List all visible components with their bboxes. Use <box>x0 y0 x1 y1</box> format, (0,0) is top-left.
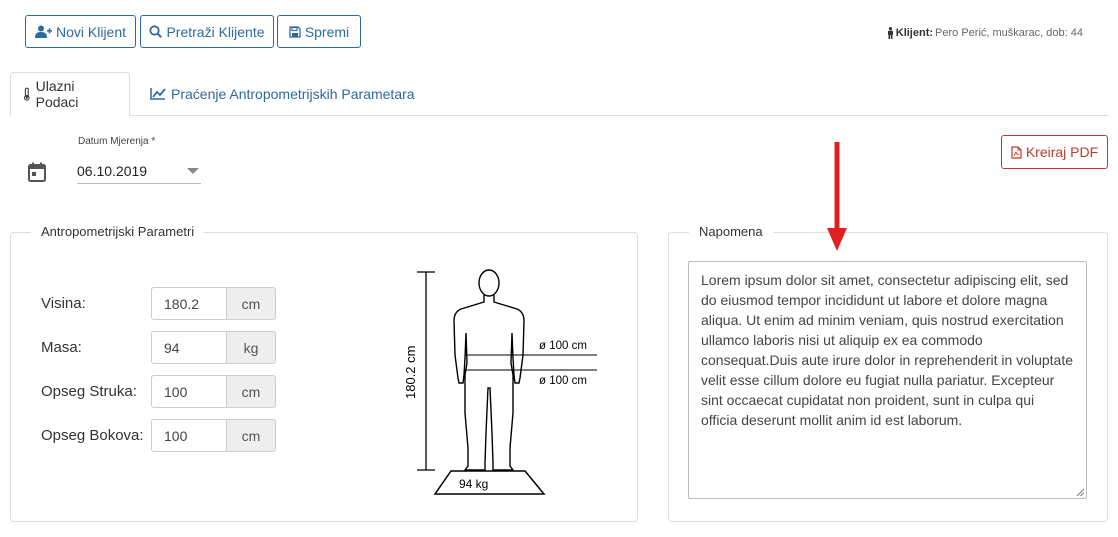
hips-unit: cm <box>226 419 276 452</box>
thermometer-icon <box>23 87 30 101</box>
search-icon <box>149 25 163 38</box>
floppy-disk-icon <box>289 25 301 38</box>
waist-text: ø 100 cm <box>539 340 587 352</box>
date-label: Datum Mjerenja * <box>78 136 156 147</box>
date-value: 06.10.2019 <box>77 162 148 179</box>
tab-input-data-label: Ulazni Podaci <box>35 78 79 110</box>
new-client-button[interactable]: Novi Klijent <box>25 15 136 48</box>
annotation-arrow-icon <box>827 142 847 251</box>
anthropometric-parameters-legend: Antropometrijski Parametri <box>31 224 205 239</box>
client-info: Klijent: Pero Perić, muškarac, dob: 44 <box>887 27 1083 39</box>
hips-input[interactable]: 100 <box>151 419 227 452</box>
scale-platform <box>433 470 546 495</box>
weight-text: 94 kg <box>459 477 488 491</box>
client-label: Klijent: <box>895 27 934 39</box>
height-unit: cm <box>226 287 276 320</box>
user-plus-icon <box>34 25 52 38</box>
tab-bar: Ulazni Podaci Praćenje Antropometrijskih… <box>10 72 1108 116</box>
tab-input-data[interactable]: Ulazni Podaci <box>10 72 130 116</box>
waist-input[interactable]: 100 <box>151 375 227 408</box>
body-figure-diagram: 180.2 cm ø 100 cm ø 100 cm 94 kg <box>403 269 597 495</box>
hips-label: Opseg Bokova: <box>41 427 144 444</box>
waist-label: Opseg Struka: <box>41 383 137 400</box>
client-value: Pero Perić, muškarac, dob: 44 <box>935 27 1083 39</box>
note-legend: Napomena <box>689 224 773 239</box>
new-client-label: Novi Klijent <box>55 23 127 40</box>
mass-input[interactable]: 94 <box>151 331 227 364</box>
person-icon <box>887 27 893 39</box>
calendar-icon <box>28 162 46 182</box>
create-pdf-button[interactable]: Kreiraj PDF <box>1001 135 1108 169</box>
hip-text: ø 100 cm <box>539 375 587 387</box>
anthropometric-parameters-panel: Antropometrijski Parametri Visina: 180.2… <box>10 224 638 522</box>
create-pdf-label: Kreiraj PDF <box>1025 144 1099 160</box>
height-label: Visina: <box>41 295 86 312</box>
chevron-down-icon <box>187 167 199 174</box>
note-textarea[interactable]: Lorem ipsum dolor sit amet, consectetur … <box>688 261 1087 499</box>
height-text: 180.2 cm <box>403 346 418 399</box>
tab-anthropometric-tracking-label: Praćenje Antropometrijskih Parametara <box>171 85 415 102</box>
waist-unit: cm <box>226 375 276 408</box>
mass-label: Masa: <box>41 339 82 356</box>
tab-anthropometric-tracking[interactable]: Praćenje Antropometrijskih Parametara <box>138 72 427 115</box>
line-chart-icon <box>150 88 166 100</box>
save-label: Spremi <box>304 23 350 40</box>
mass-unit: kg <box>226 331 276 364</box>
search-clients-button[interactable]: Pretraži Klijente <box>140 15 274 48</box>
search-clients-label: Pretraži Klijente <box>166 23 265 40</box>
save-button[interactable]: Spremi <box>277 15 361 48</box>
resize-grip-icon[interactable] <box>1076 488 1085 497</box>
pdf-file-icon <box>1011 145 1022 159</box>
height-input[interactable]: 180.2 <box>151 287 227 320</box>
date-select[interactable]: 06.10.2019 <box>77 158 201 184</box>
